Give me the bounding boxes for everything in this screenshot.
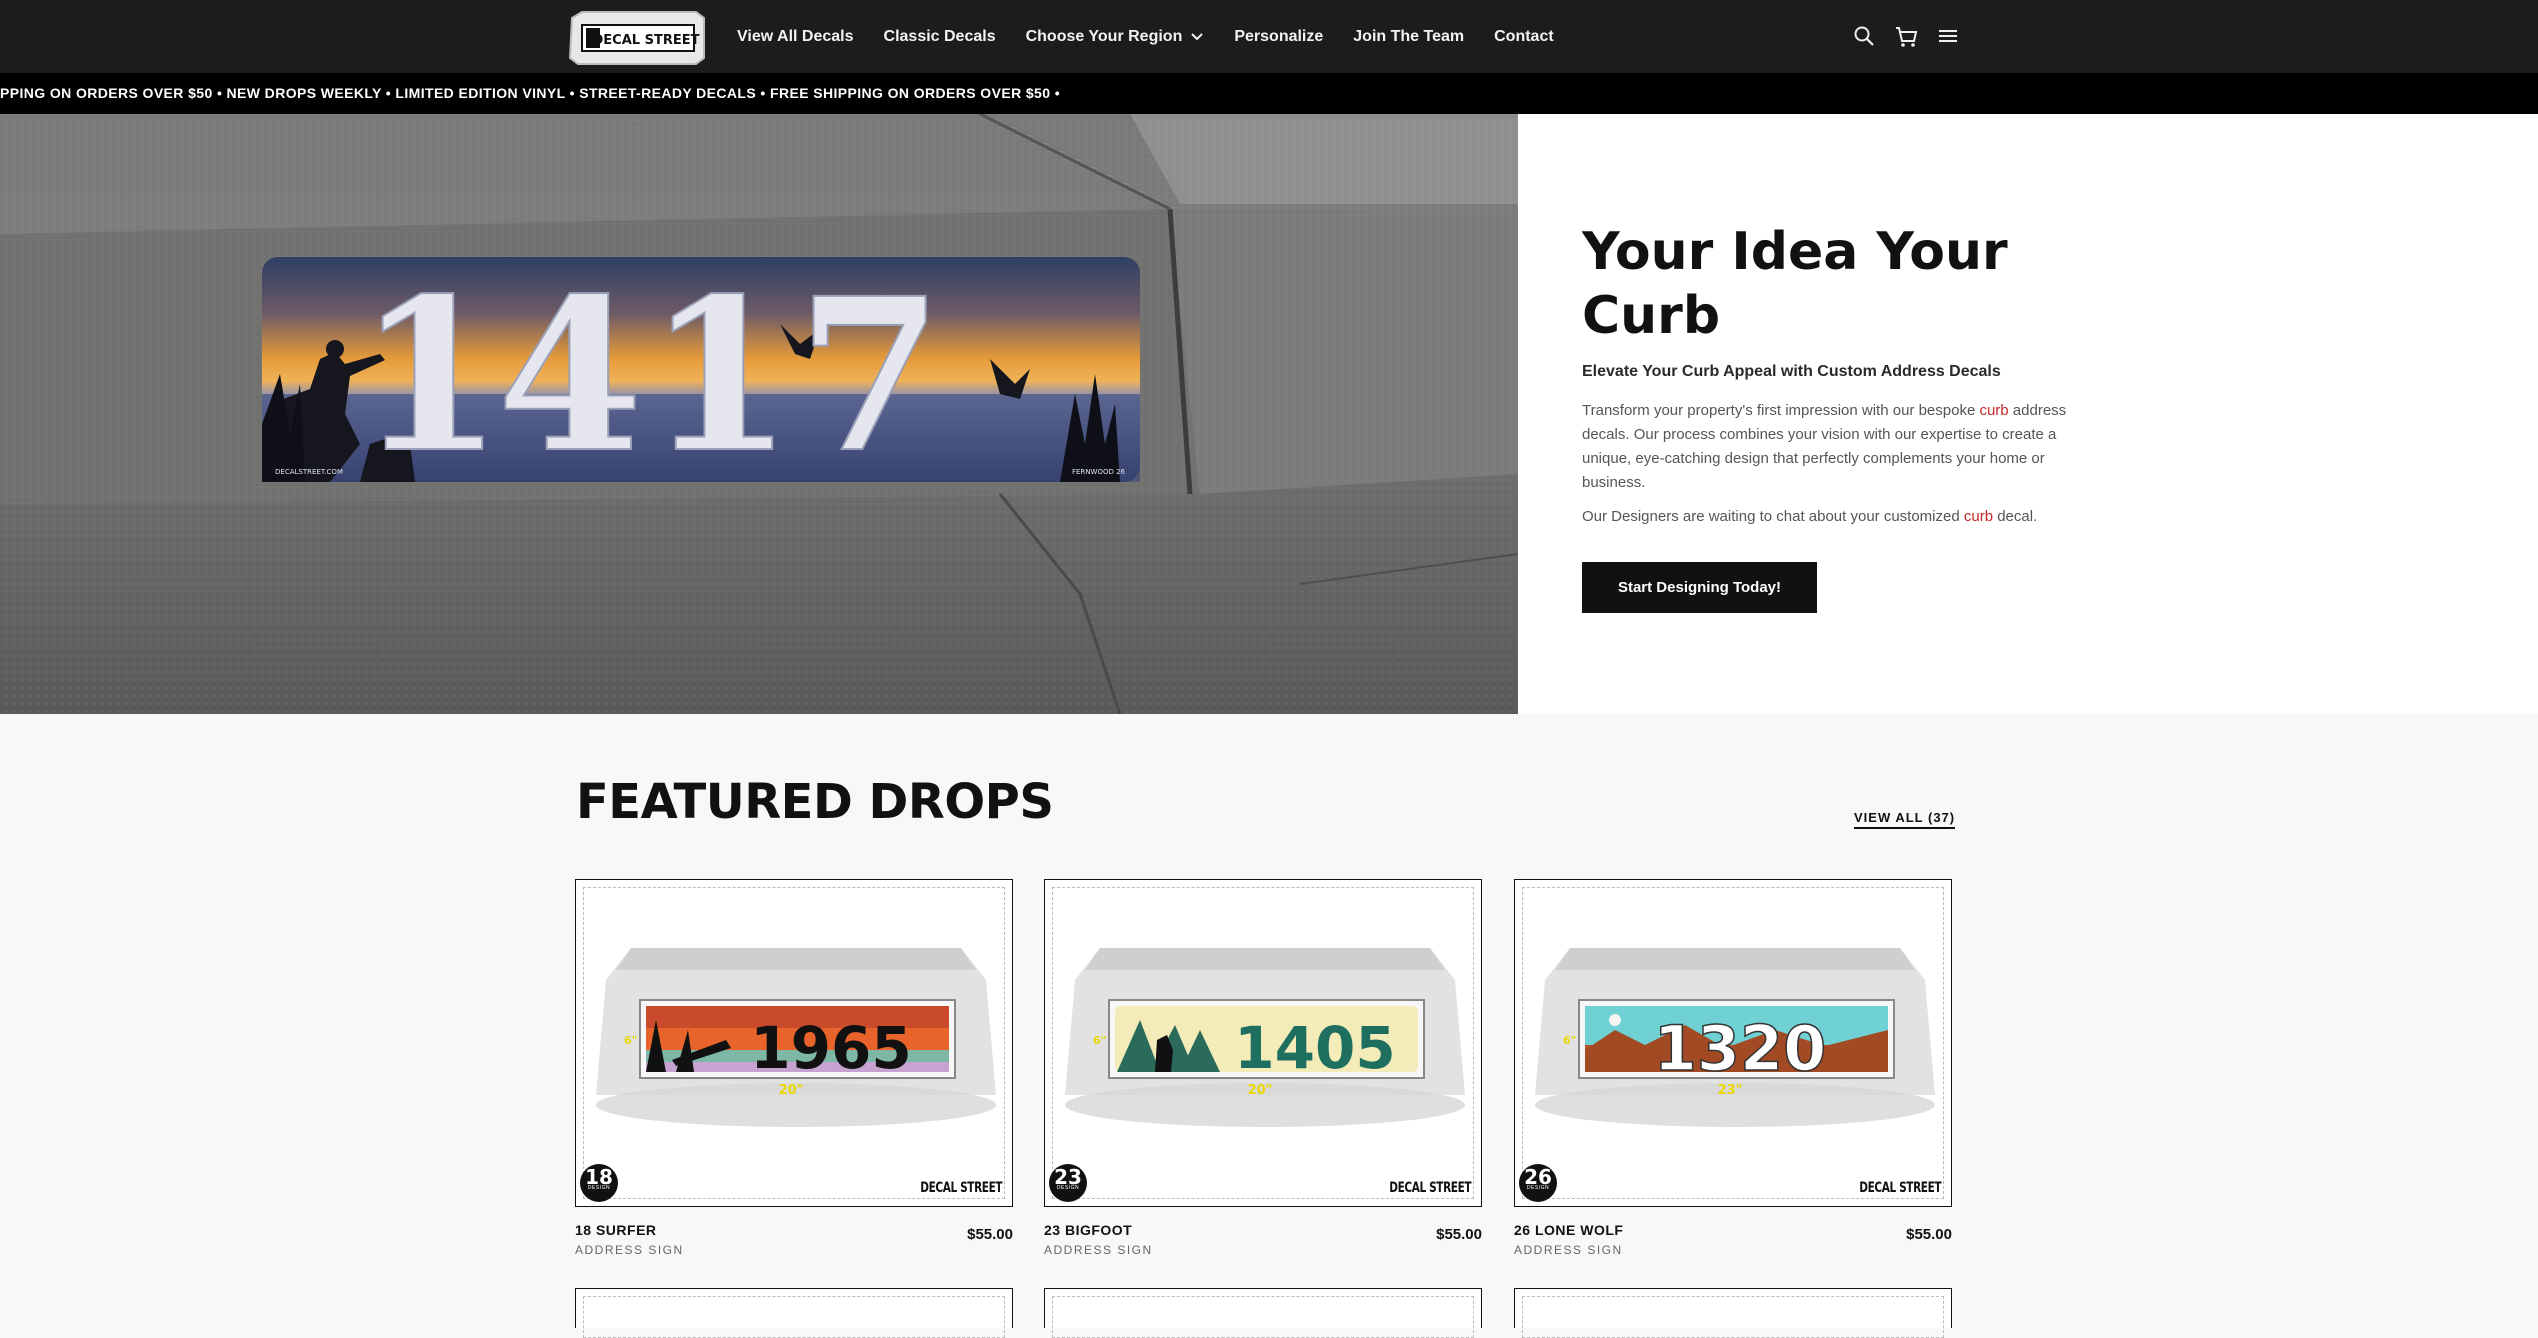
main-menu: View All Decals Classic Decals Choose Yo… bbox=[737, 0, 1584, 73]
hero-note-text: Our Designers are waiting to chat about … bbox=[1582, 508, 1964, 525]
announcement-ticker: PPING ON ORDERS OVER $50 • NEW DROPS WEE… bbox=[0, 73, 2538, 114]
hero-title: Your Idea Your Curb bbox=[1582, 222, 2008, 346]
curb-link[interactable]: curb bbox=[1979, 402, 2008, 419]
product-name[interactable]: 18 SURFER bbox=[575, 1222, 657, 1238]
hero-decal-right-caption: FERNWOOD 26 bbox=[1072, 468, 1126, 476]
hero-subtitle: Elevate Your Curb Appeal with Custom Add… bbox=[1582, 363, 2001, 380]
nav-classic-decals[interactable]: Classic Decals bbox=[884, 28, 996, 46]
top-navigation: DECAL STREET View All Decals Classic Dec… bbox=[0, 0, 2538, 73]
product-card-surfer[interactable]: 1965 20" 6" 18 DESIGN DECAL STREET bbox=[575, 879, 1013, 1207]
cart-icon[interactable] bbox=[1894, 22, 1918, 50]
menu-icon[interactable] bbox=[1936, 22, 1960, 50]
product-image: 1405 20" 6" bbox=[1065, 948, 1465, 1127]
product-name[interactable]: 23 BIGFOOT bbox=[1044, 1222, 1132, 1238]
hero-decal-digit: 7 bbox=[797, 252, 943, 499]
logo-text: DECAL STREET bbox=[593, 33, 700, 48]
hero-decal-digit: 1 bbox=[647, 252, 793, 499]
card-brand: DECAL STREET bbox=[920, 1180, 1002, 1196]
hero-decal-digit: 4 bbox=[497, 252, 643, 499]
height-label: 6" bbox=[1563, 1034, 1576, 1047]
product-card-bigfoot[interactable]: 1405 20" 6" 23 DESIGN DECAL STREET bbox=[1044, 879, 1482, 1207]
hero-description: Transform your property's first impressi… bbox=[1582, 399, 2102, 495]
nav-link-label: Join The Team bbox=[1353, 27, 1465, 45]
product-type: ADDRESS SIGN bbox=[575, 1243, 684, 1257]
product-type: ADDRESS SIGN bbox=[1044, 1243, 1153, 1257]
product-number: 1320 bbox=[1654, 1012, 1827, 1085]
product-name[interactable]: 26 LONE WOLF bbox=[1514, 1222, 1623, 1238]
card-brand: DECAL STREET bbox=[1859, 1180, 1941, 1196]
product-number: 1965 bbox=[750, 1014, 911, 1082]
product-price: $55.00 bbox=[967, 1226, 1013, 1243]
product-card[interactable] bbox=[1514, 1288, 1952, 1338]
height-label: 6" bbox=[1093, 1034, 1106, 1047]
product-price: $55.00 bbox=[1436, 1226, 1482, 1243]
hero-note-text: decal. bbox=[1993, 508, 2038, 525]
design-badge: 26 DESIGN bbox=[1519, 1164, 1557, 1202]
product-type: ADDRESS SIGN bbox=[1514, 1243, 1623, 1257]
nav-link-label: Classic Decals bbox=[883, 27, 996, 45]
nav-join-the-team[interactable]: Join The Team bbox=[1353, 28, 1464, 46]
design-badge: 23 DESIGN bbox=[1049, 1164, 1087, 1202]
search-icon[interactable] bbox=[1852, 22, 1876, 50]
product-price: $55.00 bbox=[1906, 1226, 1952, 1243]
hero-designers-note: Our Designers are waiting to chat about … bbox=[1582, 505, 2142, 529]
card-brand: DECAL STREET bbox=[1389, 1180, 1471, 1196]
nav-choose-region[interactable]: Choose Your Region bbox=[1026, 28, 1205, 46]
chevron-down-icon bbox=[1191, 32, 1204, 40]
width-label: 23" bbox=[1718, 1083, 1743, 1098]
width-label: 20" bbox=[1248, 1083, 1273, 1098]
nav-link-label: Contact bbox=[1494, 27, 1554, 45]
nav-link-label: Choose Your Region bbox=[1025, 27, 1183, 45]
nav-icons bbox=[1852, 22, 1960, 50]
width-label: 20" bbox=[779, 1083, 804, 1098]
product-number: 1405 bbox=[1234, 1014, 1395, 1082]
nav-contact[interactable]: Contact bbox=[1494, 28, 1554, 46]
hero-decal-digit: 1 bbox=[357, 252, 503, 499]
product-image: 1320 23" 6" bbox=[1535, 948, 1935, 1127]
nav-link-label: View All Decals bbox=[737, 27, 854, 45]
product-card-lone-wolf[interactable]: 1320 23" 6" 26 DESIGN DECAL STREET bbox=[1514, 879, 1952, 1207]
hero-description-text: Transform your property's first impressi… bbox=[1582, 402, 1980, 419]
nav-view-all-decals[interactable]: View All Decals bbox=[737, 28, 854, 46]
curb-link[interactable]: curb bbox=[1964, 508, 1993, 525]
nav-link-label: Personalize bbox=[1234, 27, 1324, 45]
card-frame bbox=[1052, 1296, 1474, 1338]
site-logo[interactable]: DECAL STREET bbox=[568, 8, 708, 66]
product-card[interactable] bbox=[1044, 1288, 1482, 1338]
hero-image-curb-decal: 1 4 1 7 DECALSTREET.COM FERNWOOD 26 bbox=[0, 114, 1518, 714]
design-badge: 18 DESIGN bbox=[580, 1164, 618, 1202]
start-designing-button[interactable]: Start Designing Today! bbox=[1582, 562, 1817, 613]
view-all-link[interactable]: VIEW ALL (37) bbox=[1854, 810, 1956, 829]
card-frame bbox=[583, 1296, 1005, 1338]
nav-personalize[interactable]: Personalize bbox=[1234, 28, 1323, 46]
height-label: 6" bbox=[624, 1034, 637, 1047]
hero-section: 1 4 1 7 DECALSTREET.COM FERNWOOD 26 Your… bbox=[0, 114, 2538, 714]
product-card[interactable] bbox=[575, 1288, 1013, 1338]
featured-drops-heading: FEATURED DROPS bbox=[576, 774, 1054, 830]
hero-decal-left-caption: DECALSTREET.COM bbox=[275, 468, 343, 476]
card-frame bbox=[1522, 1296, 1944, 1338]
product-image: 1965 20" 6" bbox=[596, 948, 996, 1127]
